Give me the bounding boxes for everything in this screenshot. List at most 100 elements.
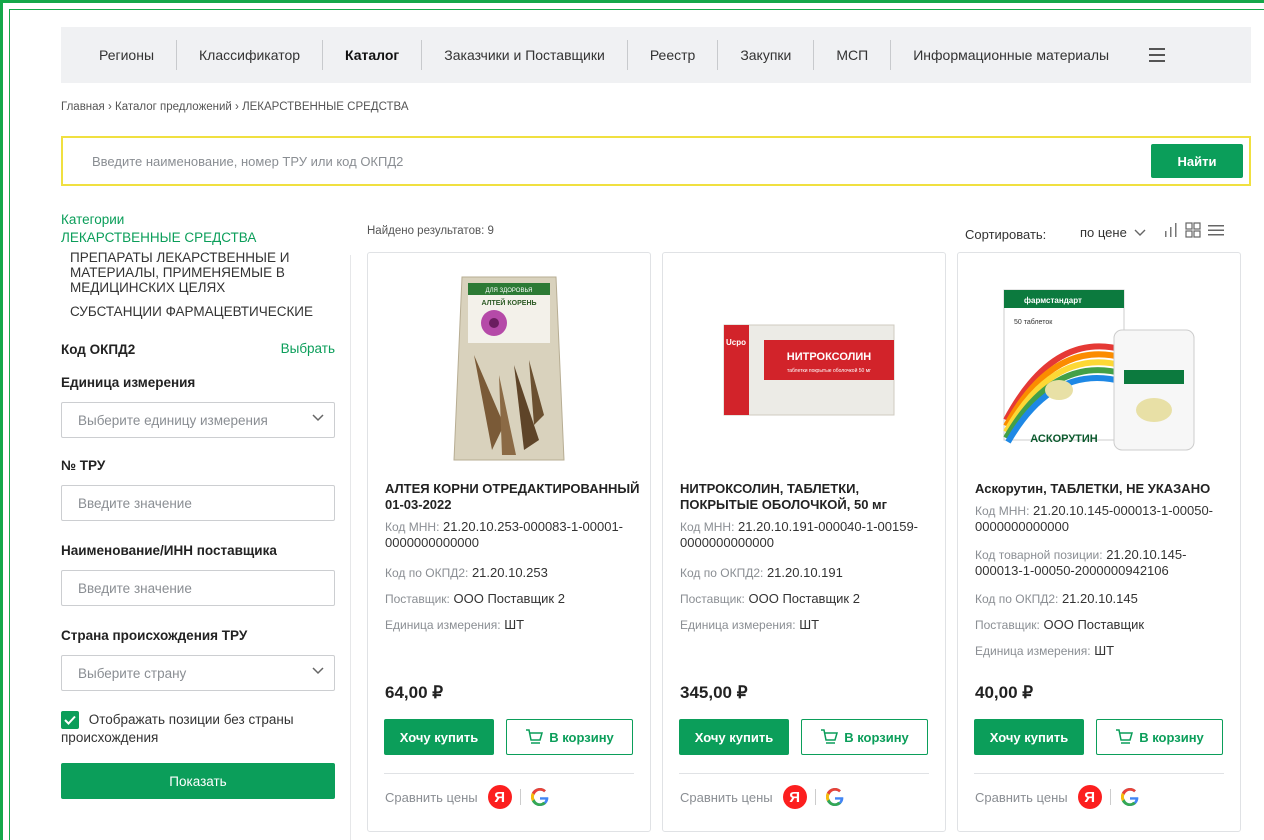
product-image[interactable]: ДЛЯ ЗДОРОВЬЯ АЛТЕЙ КОРЕНЬ xyxy=(378,265,640,465)
nav-item-catalog[interactable]: Каталог xyxy=(323,40,423,70)
subcategory-item[interactable]: СУБСТАНЦИИ ФАРМАЦЕВТИЧЕСКИЕ xyxy=(70,304,335,319)
supplier-row: Поставщик: ООО Поставщик 2 xyxy=(680,591,938,607)
country-select[interactable]: Выберите страну xyxy=(61,655,335,691)
nav-item-info-materials[interactable]: Информационные материалы xyxy=(891,40,1131,70)
yandex-icon[interactable]: Я xyxy=(1077,785,1102,809)
unit-key: Единица измерения: xyxy=(385,618,501,632)
product-card[interactable]: фармстандарт 50 таблеток АСКОРУТИН Аскор… xyxy=(957,252,1241,832)
product-title[interactable]: НИТРОКСОЛИН, ТАБЛЕТКИ, ПОКРЫТЫЕ ОБОЛОЧКО… xyxy=(680,481,938,513)
position-code-row: Код товарной позиции: 21.20.10.145-00001… xyxy=(975,547,1233,578)
view-switcher xyxy=(1163,222,1225,238)
supplier-value: ООО Поставщик xyxy=(1043,617,1145,632)
product-card[interactable]: ДЛЯ ЗДОРОВЬЯ АЛТЕЙ КОРЕНЬ АЛТЕЯ КОРНИ ОТ… xyxy=(367,252,651,832)
product-title[interactable]: АЛТЕЯ КОРНИ ОТРЕДАКТИРОВАННЫЙ 01-03-2022 xyxy=(385,481,643,513)
add-to-cart-button[interactable]: В корзину xyxy=(506,719,633,755)
okpd-select-link[interactable]: Выбрать xyxy=(281,341,335,356)
unit-value: ШТ xyxy=(799,617,820,632)
pack-text: АЛТЕЙ КОРЕНЬ xyxy=(481,298,536,307)
list-view-icon[interactable] xyxy=(1207,222,1225,238)
unit-value: ШТ xyxy=(1094,643,1115,658)
no-country-label: Отображать позиции без страны происхожде… xyxy=(61,712,294,746)
buy-button[interactable]: Хочу купить xyxy=(679,719,789,755)
separator xyxy=(1109,789,1111,805)
subcategory-item[interactable]: ПРЕПАРАТЫ ЛЕКАРСТВЕННЫЕ И МАТЕРИАЛЫ, ПРИ… xyxy=(70,250,320,295)
add-to-cart-button[interactable]: В корзину xyxy=(1096,719,1223,755)
okpd-row: Код по ОКПД2: 21.20.10.145 xyxy=(975,591,1233,607)
search-button[interactable]: Найти xyxy=(1151,144,1243,178)
google-icon[interactable] xyxy=(529,786,551,808)
compare-prices: Сравнить цены Я xyxy=(385,785,551,809)
mnn-row: Код МНН: 21.20.10.191-000040-1-00159-000… xyxy=(680,519,938,550)
cart-icon xyxy=(821,729,839,744)
supplier-input[interactable]: Введите значение xyxy=(61,570,335,606)
nav-item-classifier[interactable]: Классификатор xyxy=(177,40,324,70)
mnn-row: Код МНН: 21.20.10.145-000013-1-00050-000… xyxy=(975,503,1233,534)
categories-title[interactable]: Категории xyxy=(61,212,335,227)
add-to-cart-button[interactable]: В корзину xyxy=(801,719,928,755)
mnn-key: Код МНН: xyxy=(385,520,440,534)
supplier-value: ООО Поставщик 2 xyxy=(453,591,565,606)
tru-input-placeholder: Введите значение xyxy=(78,495,192,511)
cart-button-label: В корзину xyxy=(844,729,909,745)
search-input[interactable] xyxy=(63,138,1151,184)
unit-select[interactable]: Выберите единицу измерения xyxy=(61,402,335,438)
product-price: 40,00 ₽ xyxy=(975,683,1034,702)
compare-label: Сравнить цены xyxy=(680,789,773,805)
divider xyxy=(974,773,1224,774)
chevron-down-icon xyxy=(1134,229,1146,236)
position-code-key: Код товарной позиции: xyxy=(975,548,1103,562)
pack-subtext: 50 таблеток xyxy=(1014,318,1053,326)
unit-row: Единица измерения: ШТ xyxy=(680,617,938,633)
grid-view-icon[interactable] xyxy=(1185,222,1201,238)
google-icon[interactable] xyxy=(1119,786,1141,808)
unit-select-value: Выберите единицу измерения xyxy=(78,412,268,428)
separator xyxy=(519,789,521,805)
no-country-option[interactable]: Отображать позиции без страны происхожде… xyxy=(61,711,335,746)
category-main[interactable]: ЛЕКАРСТВЕННЫЕ СРЕДСТВА xyxy=(61,230,335,245)
nav-item-regions[interactable]: Регионы xyxy=(61,40,178,70)
okpd-key: Код по ОКПД2: xyxy=(385,566,469,580)
supplier-row: Поставщик: ООО Поставщик xyxy=(975,617,1233,633)
product-card[interactable]: Ucpo НИТРОКСОЛИН таблетки покрытые оболо… xyxy=(662,252,946,832)
buy-button[interactable]: Хочу купить xyxy=(974,719,1084,755)
unit-row: Единица измерения: ШТ xyxy=(975,643,1233,659)
checkbox-checked-icon[interactable] xyxy=(61,711,79,730)
divider xyxy=(384,773,634,774)
google-icon[interactable] xyxy=(824,786,846,808)
breadcrumb[interactable]: Главная › Каталог предложений › ЛЕКАРСТВ… xyxy=(61,101,409,113)
okpd-label: Код ОКПД2 xyxy=(61,342,136,357)
yandex-icon[interactable]: Я xyxy=(487,785,512,809)
buy-button[interactable]: Хочу купить xyxy=(384,719,494,755)
cart-icon xyxy=(1116,729,1134,744)
mnn-key: Код МНН: xyxy=(680,520,735,534)
pack-text: НИТРОКСОЛИН xyxy=(787,351,871,363)
product-image[interactable]: Ucpo НИТРОКСОЛИН таблетки покрытые оболо… xyxy=(673,265,935,465)
sort-label: Сортировать: xyxy=(965,227,1047,242)
compare-prices: Сравнить цены Я xyxy=(680,785,846,809)
product-image[interactable]: фармстандарт 50 таблеток АСКОРУТИН xyxy=(968,265,1230,465)
yandex-icon[interactable]: Я xyxy=(782,785,807,809)
nav-item-msp[interactable]: МСП xyxy=(814,40,892,70)
nav-item-registry[interactable]: Реестр xyxy=(628,40,719,70)
supplier-key: Поставщик: xyxy=(680,592,745,606)
search-bar: Найти xyxy=(61,136,1251,186)
pack-brand: ДЛЯ ЗДОРОВЬЯ xyxy=(486,288,533,294)
sort-bars-icon[interactable] xyxy=(1163,222,1179,238)
okpd-value: 21.20.10.145 xyxy=(1061,591,1138,606)
product-title[interactable]: Аскорутин, ТАБЛЕТКИ, НЕ УКАЗАНО xyxy=(975,481,1233,497)
sort-value: по цене xyxy=(1080,225,1127,240)
tru-input[interactable]: Введите значение xyxy=(61,485,335,521)
sort-select[interactable]: по цене xyxy=(1080,225,1146,240)
menu-icon[interactable] xyxy=(1149,48,1166,62)
unit-key: Единица измерения: xyxy=(975,644,1091,658)
product-price: 345,00 ₽ xyxy=(680,683,748,702)
nav-item-purchases[interactable]: Закупки xyxy=(718,40,815,70)
country-select-value: Выберите страну xyxy=(78,665,187,681)
nav-item-customers-suppliers[interactable]: Заказчики и Поставщики xyxy=(422,40,628,70)
show-button[interactable]: Показать xyxy=(61,763,335,800)
separator xyxy=(814,789,816,805)
results-bar: Найдено результатов: 9 Сортировать: по ц… xyxy=(367,220,1240,244)
cart-button-label: В корзину xyxy=(1139,729,1204,745)
cart-icon xyxy=(526,729,544,744)
results-count: Найдено результатов: 9 xyxy=(367,225,494,237)
